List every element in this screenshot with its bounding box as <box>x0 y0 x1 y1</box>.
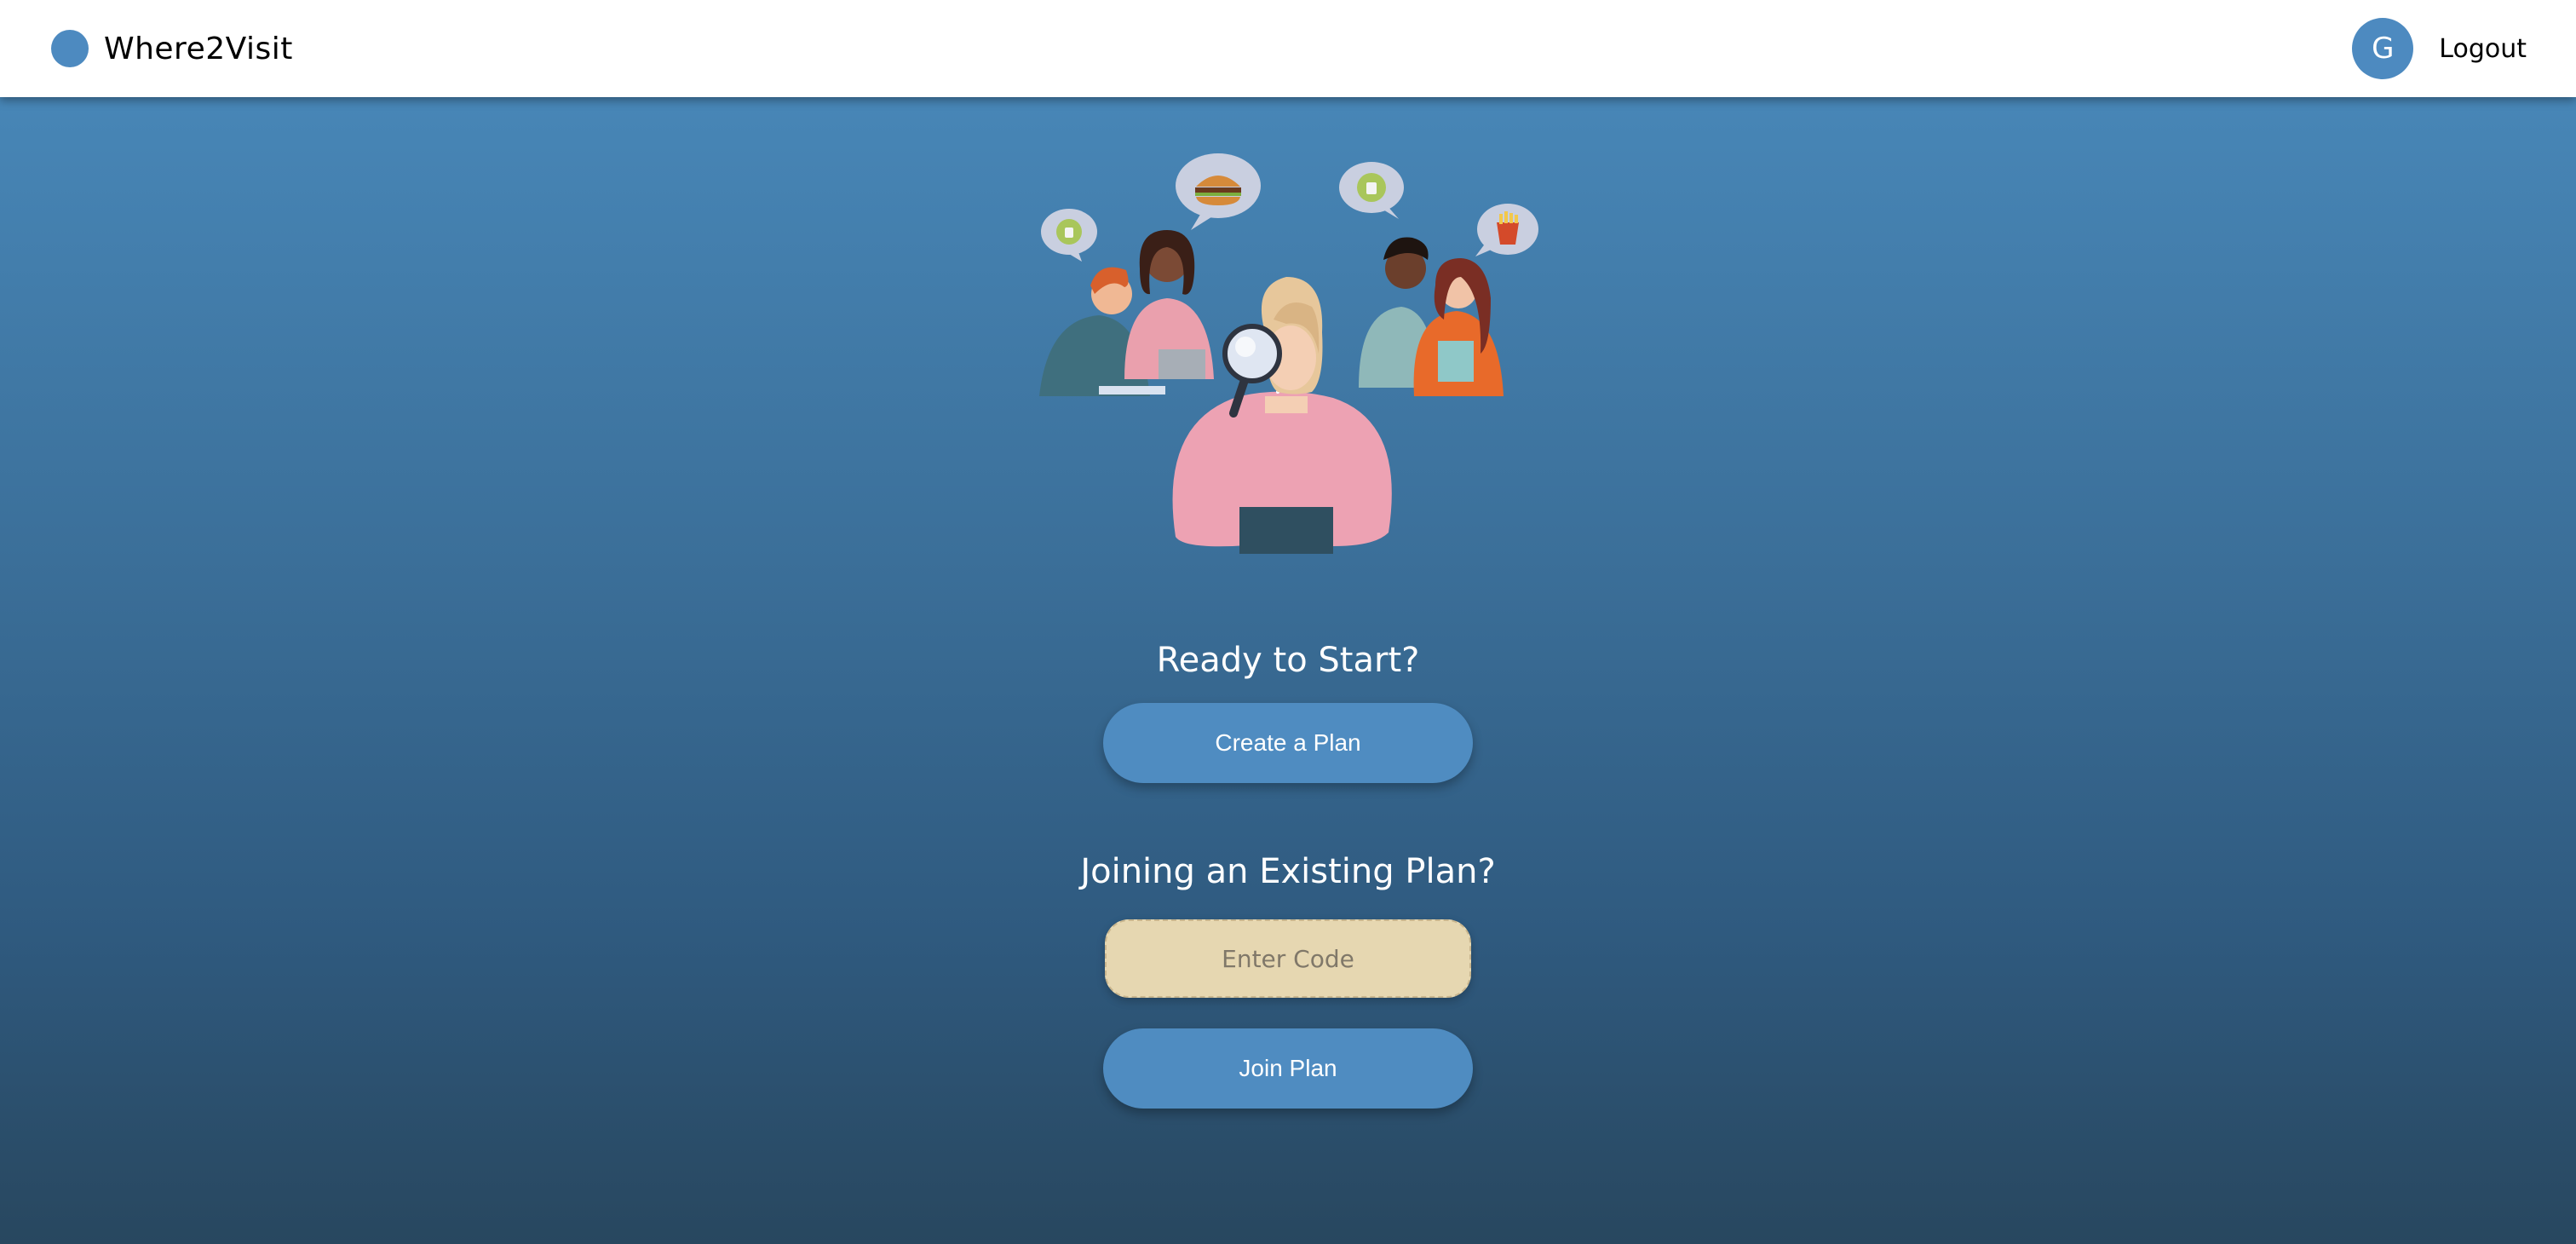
logout-link[interactable]: Logout <box>2439 34 2527 64</box>
thumbs-up-bubble-icon <box>1339 162 1404 219</box>
avatar-initial: G <box>2372 32 2395 66</box>
thumbs-up-bubble-icon <box>1041 209 1097 262</box>
hero-illustration <box>1039 153 1538 554</box>
brand[interactable]: Where2Visit <box>51 30 293 67</box>
person-center <box>1172 277 1392 554</box>
join-section: Joining an Existing Plan? Join Plan <box>0 852 2576 1109</box>
logo-icon <box>51 30 89 67</box>
brand-name: Where2Visit <box>104 31 293 66</box>
code-input[interactable] <box>1105 919 1471 998</box>
top-navbar: Where2Visit G Logout <box>0 0 2576 97</box>
start-section: Ready to Start? Create a Plan <box>0 641 2576 783</box>
person-right-2 <box>1413 258 1504 396</box>
create-plan-button[interactable]: Create a Plan <box>1103 703 1473 783</box>
avatar[interactable]: G <box>2352 18 2414 79</box>
burger-bubble-icon <box>1176 153 1261 230</box>
person-left-2 <box>1124 230 1214 379</box>
start-heading: Ready to Start? <box>1156 641 1420 680</box>
fries-bubble-icon <box>1475 204 1538 256</box>
join-heading: Joining an Existing Plan? <box>1080 852 1496 891</box>
user-menu: G Logout <box>2352 18 2527 79</box>
join-plan-button[interactable]: Join Plan <box>1103 1028 1473 1109</box>
